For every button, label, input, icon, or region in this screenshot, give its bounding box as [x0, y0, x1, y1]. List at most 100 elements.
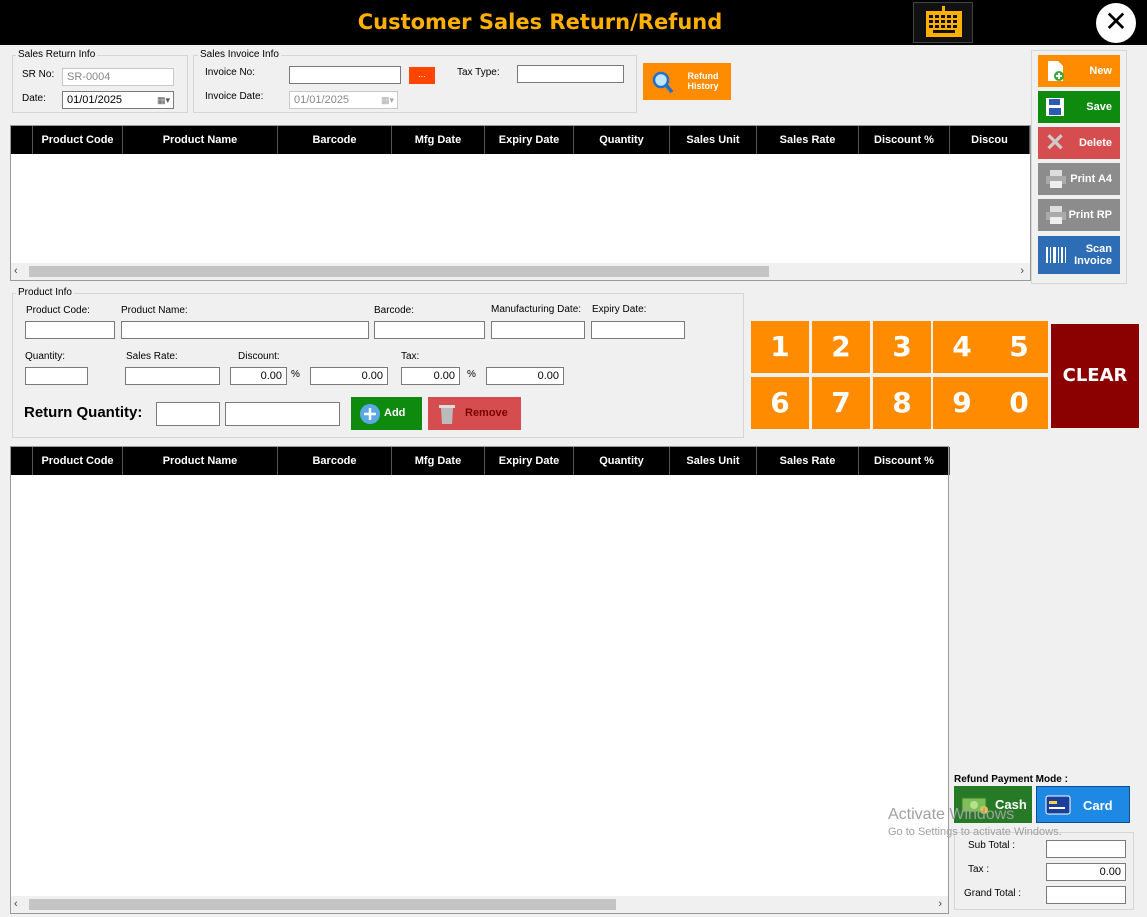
product-name-label: Product Name: [121, 305, 188, 316]
expiry-date-input[interactable] [591, 321, 685, 339]
tax-label: Tax: [401, 351, 420, 362]
quantity-input[interactable] [25, 367, 88, 385]
date-value: 01/01/2025 [67, 94, 123, 106]
numpad-key-4[interactable]: 4 [933, 321, 991, 373]
numpad-key-6[interactable]: 6 [751, 377, 809, 429]
new-label: New [1089, 65, 1112, 77]
calendar-icon[interactable]: ▦▾ [381, 92, 394, 108]
remove-button[interactable]: Remove [428, 397, 521, 430]
column-header[interactable]: Expiry Date [485, 447, 574, 475]
invoice-browse-button[interactable]: ... [409, 67, 435, 84]
refund-history-label: Refund History [687, 71, 719, 91]
row-selector-header [11, 126, 33, 154]
top-grid-header: Product Code Product Name Barcode Mfg Date E… [11, 126, 1030, 154]
column-header[interactable]: Discou [950, 126, 1030, 154]
invoice-date-picker[interactable]: 01/01/2025 ▦▾ [289, 91, 398, 109]
date-picker[interactable]: 01/01/2025 ▦▾ [62, 91, 174, 109]
invoice-no-input[interactable] [289, 66, 401, 84]
tax-percent-input[interactable]: 0.00 [401, 367, 460, 385]
grand-total-label: Grand Total : [964, 888, 1022, 899]
sr-no-field[interactable]: SR-0004 [62, 68, 174, 86]
numpad-key-9[interactable]: 9 [933, 377, 991, 429]
delete-label: Delete [1078, 137, 1112, 149]
column-header[interactable]: Quantity [574, 126, 670, 154]
new-button[interactable]: New [1038, 55, 1120, 87]
expiry-date-label: Expiry Date: [592, 304, 647, 315]
column-header[interactable]: Expiry Date [485, 126, 574, 154]
product-name-input[interactable] [121, 321, 369, 339]
scan-invoice-button[interactable]: Scan Invoice [1038, 236, 1120, 274]
printer-icon [1046, 206, 1066, 224]
sales-return-info-label: Sales Return Info [16, 49, 98, 60]
numpad-key-7[interactable]: 7 [812, 377, 870, 429]
sales-invoice-info-group [193, 55, 637, 113]
row-selector-header [11, 447, 33, 475]
floppy-icon [1046, 98, 1064, 116]
numpad-key-0[interactable]: 0 [990, 377, 1048, 429]
print-rp-button[interactable]: Print RP [1038, 199, 1120, 231]
save-button[interactable]: Save [1038, 91, 1120, 123]
printer-icon [1046, 170, 1066, 188]
keyboard-button[interactable] [913, 2, 973, 43]
column-header[interactable]: Discount % [859, 126, 950, 154]
column-header[interactable]: Sales Rate [757, 126, 859, 154]
numpad-key-8[interactable]: 8 [873, 377, 931, 429]
discount-percent-input[interactable]: 0.00 [230, 367, 287, 385]
numpad-key-3[interactable]: 3 [873, 321, 931, 373]
activate-windows-subtitle: Go to Settings to activate Windows. [888, 826, 1062, 838]
column-header[interactable]: Product Code [33, 447, 123, 475]
save-label: Save [1086, 101, 1112, 113]
close-icon: ✕ [1104, 5, 1128, 38]
tax-amount-input[interactable]: 0.00 [486, 367, 564, 385]
column-header[interactable]: Sales Unit [670, 447, 757, 475]
print-a4-button[interactable]: Print A4 [1038, 163, 1120, 195]
print-a4-label: Print A4 [1070, 173, 1112, 185]
column-header[interactable]: Mfg Date [392, 126, 485, 154]
scroll-thumb[interactable] [29, 899, 616, 910]
calendar-icon[interactable]: ▦▾ [157, 92, 170, 108]
column-header[interactable]: Product Name [123, 447, 278, 475]
bottom-grid[interactable] [10, 446, 949, 914]
column-header[interactable]: Discount % [859, 447, 950, 475]
scroll-right-icon[interactable]: › [938, 896, 942, 913]
new-document-icon [1048, 61, 1064, 81]
return-quantity-input[interactable] [156, 402, 220, 426]
refund-history-button[interactable]: Refund History [643, 63, 731, 100]
scroll-thumb[interactable] [29, 266, 769, 277]
search-icon [652, 71, 674, 94]
column-header[interactable]: Sales Unit [670, 126, 757, 154]
column-header[interactable]: Barcode [278, 447, 392, 475]
card-button[interactable]: Card [1036, 786, 1130, 823]
discount-amount-input[interactable]: 0.00 [310, 367, 388, 385]
column-header[interactable]: Mfg Date [392, 447, 485, 475]
invoice-date-label: Invoice Date: [205, 91, 264, 102]
clear-button[interactable]: CLEAR [1051, 324, 1139, 428]
tax-type-field[interactable] [517, 65, 624, 83]
numpad-key-1[interactable]: 1 [751, 321, 809, 373]
scroll-right-icon[interactable]: › [1020, 263, 1024, 280]
column-header[interactable]: Product Code [33, 126, 123, 154]
remove-label: Remove [465, 407, 508, 419]
add-button[interactable]: Add [351, 397, 422, 430]
column-header[interactable]: Barcode [278, 126, 392, 154]
return-unit-input[interactable] [225, 402, 340, 426]
sr-no-label: SR No: [22, 69, 55, 80]
close-button[interactable]: ✕ [1096, 3, 1136, 43]
column-header[interactable]: Sales Rate [757, 447, 859, 475]
scroll-left-icon[interactable]: ‹ [14, 896, 18, 913]
barcode-input[interactable] [374, 321, 485, 339]
numpad-key-5[interactable]: 5 [990, 321, 1048, 373]
numpad-key-2[interactable]: 2 [812, 321, 870, 373]
mfg-date-input[interactable] [491, 321, 585, 339]
totals-tax-field[interactable]: 0.00 [1046, 863, 1126, 881]
product-code-input[interactable] [25, 321, 115, 339]
delete-button[interactable]: ✕ Delete [1038, 127, 1120, 159]
sub-total-field[interactable] [1046, 840, 1126, 858]
grand-total-field[interactable] [1046, 886, 1126, 904]
scroll-left-icon[interactable]: ‹ [14, 263, 18, 280]
top-grid-scrollbar[interactable]: ‹ › [11, 263, 1030, 280]
column-header[interactable]: Product Name [123, 126, 278, 154]
bottom-grid-scrollbar[interactable]: ‹ › [11, 896, 948, 913]
sales-rate-input[interactable] [125, 367, 220, 385]
column-header[interactable]: Quantity [574, 447, 670, 475]
